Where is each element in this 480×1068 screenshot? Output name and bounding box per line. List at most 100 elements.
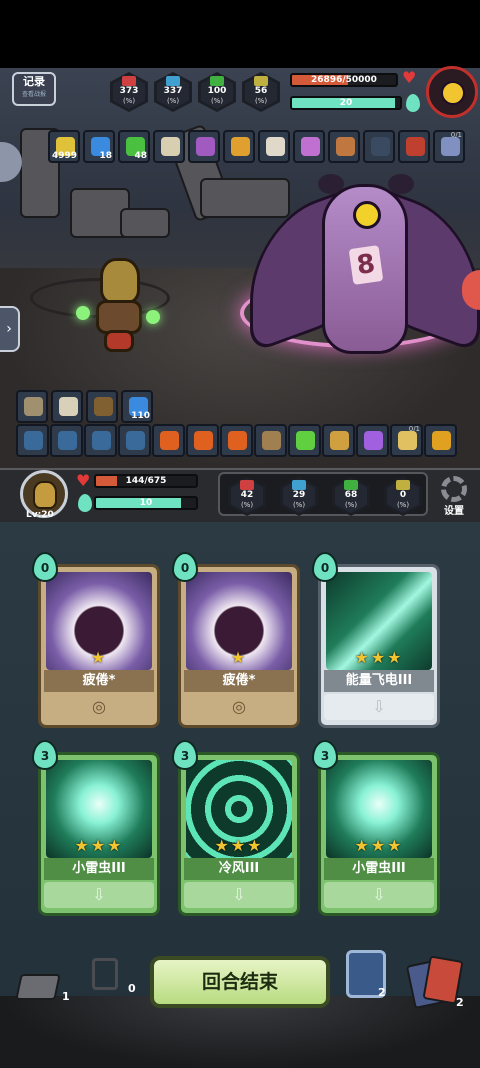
player-helmet <box>100 258 140 304</box>
buff-charge: 0/1 <box>450 131 462 139</box>
player-energy-bar: 10 <box>94 496 198 510</box>
card-effect-icon: ◎ <box>184 694 294 720</box>
grave-icon <box>92 958 118 990</box>
card-stars: ★★★ <box>214 836 264 855</box>
enemy-eye <box>353 201 381 229</box>
enemy-critical-stat: 337 (%) <box>154 72 192 112</box>
buff-slot[interactable] <box>220 424 253 457</box>
buff-slot[interactable]: 18 <box>83 130 115 163</box>
pot-icon <box>336 137 355 156</box>
buff-slot[interactable] <box>50 424 83 457</box>
enemy-number-mark: 8 <box>348 245 384 285</box>
cat-icon <box>262 431 281 450</box>
energy-drop-icon <box>78 494 92 512</box>
player-relic-row: 0/1 <box>16 424 457 457</box>
egg-icon <box>301 137 320 156</box>
settings-button[interactable]: 设置 <box>436 476 472 520</box>
stat-value: 373 <box>119 86 139 96</box>
card[interactable]: ★★★ 冷风III ⇩ 3 <box>172 740 300 916</box>
card[interactable]: ★★★ 小雷虫III ⇩ 3 <box>312 740 440 916</box>
record-label: 记录 <box>23 75 45 88</box>
enemy-body: 8 <box>322 184 408 354</box>
buff-slot[interactable] <box>86 390 118 423</box>
buff-slot[interactable] <box>288 424 321 457</box>
shield-buff-icon <box>24 397 43 416</box>
discard-pile[interactable]: 0 <box>88 958 140 998</box>
stat-value: 68 <box>344 490 358 500</box>
buff-slot[interactable] <box>186 424 219 457</box>
buff-slot[interactable] <box>258 130 290 163</box>
buff-slot[interactable] <box>16 390 48 423</box>
buff-slot[interactable] <box>322 424 355 457</box>
card[interactable]: ★ 疲倦* ◎ 0 <box>32 552 160 728</box>
player-buff-row: 110 <box>16 390 153 423</box>
cup-icon <box>266 137 285 156</box>
buff-slot[interactable] <box>356 424 389 457</box>
buff-slot[interactable] <box>153 130 185 163</box>
card[interactable]: ★ 疲倦* ◎ 0 <box>172 552 300 728</box>
monkey-icon <box>94 397 113 416</box>
boot-icon <box>160 431 179 450</box>
card-effect-icon: ⇩ <box>324 882 434 908</box>
record-button[interactable]: 记录 查看战报 <box>12 72 56 106</box>
buff-slot[interactable] <box>293 130 325 163</box>
card-name: 能量飞电III <box>324 670 434 692</box>
buff-slot[interactable] <box>363 130 395 163</box>
buff-slot[interactable] <box>152 424 185 457</box>
buff-slot[interactable] <box>84 424 117 457</box>
buff-slot[interactable] <box>328 130 360 163</box>
potion-count: 2 <box>378 986 386 999</box>
buff-slot[interactable]: 0/1 <box>433 130 465 163</box>
buff-slot[interactable]: 110 <box>121 390 153 423</box>
card-stars: ★ <box>90 648 108 667</box>
buff-slot[interactable] <box>51 390 83 423</box>
boss-face-icon <box>441 81 465 105</box>
buff-slot[interactable] <box>188 130 220 163</box>
stat-value: 0 <box>399 490 407 500</box>
player-critical-stat: 29 (%) <box>280 476 318 516</box>
boot-gold-icon <box>432 431 451 450</box>
player-body <box>96 300 142 334</box>
critical-icon <box>292 480 306 490</box>
buff-slot[interactable]: 48 <box>118 130 150 163</box>
potion-slot[interactable]: 2 <box>346 950 394 1002</box>
deck-pile[interactable]: 2 <box>405 955 470 1010</box>
wave-slot-icon <box>92 431 111 450</box>
boss-avatar[interactable] <box>426 66 478 118</box>
buff-slot[interactable] <box>223 130 255 163</box>
card[interactable]: ★★★ 能量飞电III ⇩ 0 <box>312 552 440 728</box>
buff-slot[interactable] <box>254 424 287 457</box>
stat-value: 337 <box>163 86 183 96</box>
buff-slot[interactable] <box>16 424 49 457</box>
card-stars: ★★★ <box>354 648 404 667</box>
enemy-boss[interactable]: 8 <box>250 164 480 444</box>
flower-icon <box>398 431 417 450</box>
enemy-energy-text: 20 <box>339 98 353 108</box>
side-expand-tab[interactable]: › <box>0 306 20 352</box>
player-defense-stat: 68 (%) <box>332 476 370 516</box>
draw-pile[interactable]: 1 <box>15 970 70 1004</box>
card[interactable]: ★★★ 小雷虫III ⇩ 3 <box>32 740 160 916</box>
buff-slot[interactable] <box>424 424 457 457</box>
buff-slot[interactable]: 4999 <box>48 130 80 163</box>
stat-unit: (%) <box>122 97 136 105</box>
buff-count: 48 <box>134 151 147 161</box>
gear-icon <box>441 476 467 502</box>
deck-count: 2 <box>456 996 464 1009</box>
buff-count: 110 <box>131 411 150 421</box>
magic-orb-icon <box>146 310 160 324</box>
crystal-ball-icon <box>364 431 383 450</box>
shadow-icon <box>371 137 390 156</box>
enemy-stats: 373 (%) 337 (%) 100 (%) 56 (%) <box>110 72 280 112</box>
stat-unit: (%) <box>210 97 224 105</box>
stat-unit: (%) <box>292 501 306 509</box>
end-turn-button[interactable]: 回合结束 <box>150 956 330 1008</box>
buff-slot[interactable] <box>398 130 430 163</box>
enemy-energy-bar: 20 <box>290 96 402 110</box>
attack-icon <box>122 76 136 86</box>
rock <box>120 208 170 238</box>
buff-slot[interactable] <box>118 424 151 457</box>
buff-slot[interactable]: 0/1 <box>390 424 423 457</box>
speed-icon <box>396 480 410 490</box>
stat-value: 100 <box>207 86 227 96</box>
